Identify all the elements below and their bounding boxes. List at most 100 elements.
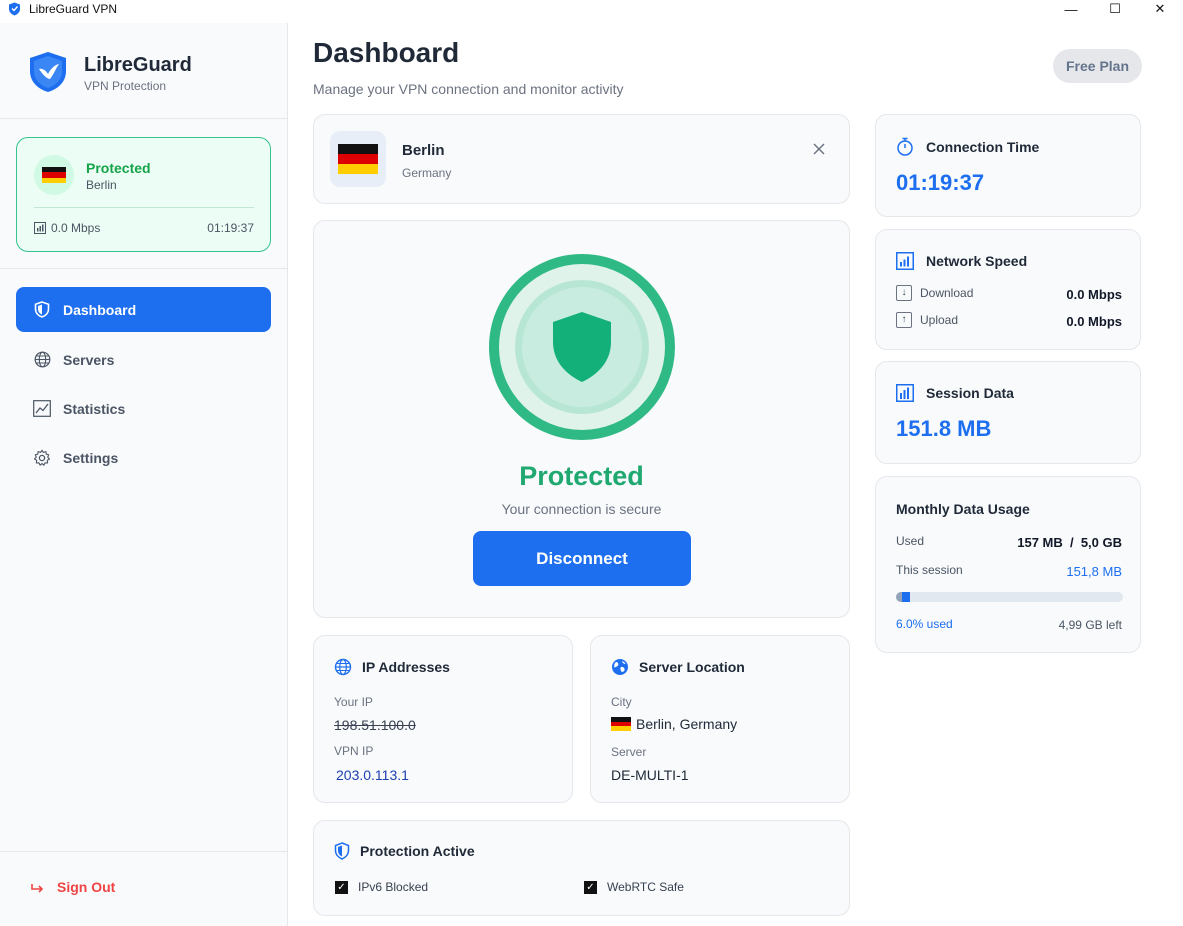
used-value: 157 MB / 5,0 GB [1017, 535, 1122, 550]
city-value: Berlin, Germany [636, 716, 738, 732]
protection-active-header: Protection Active [334, 842, 475, 860]
network-speed-header: Network Speed [896, 252, 1027, 270]
protection-active-title: Protection Active [360, 843, 475, 859]
sidebar-divider [0, 268, 287, 269]
status-time: 01:19:37 [207, 221, 254, 235]
sidebar-item-label: Dashboard [63, 301, 137, 318]
this-session-label: This session [896, 563, 963, 577]
globe-icon [33, 351, 51, 369]
sidebar-item-dashboard[interactable]: Dashboard [16, 287, 271, 332]
sidebar-item-servers[interactable]: Servers [16, 337, 271, 382]
title-bar: LibreGuard VPN — ☐ ✕ [0, 0, 1183, 18]
status-city: Berlin [86, 178, 117, 192]
close-icon[interactable] [811, 141, 827, 157]
ipv6-blocked-label: IPv6 Blocked [358, 880, 429, 894]
selected-location-card[interactable]: Berlin Germany [313, 114, 850, 204]
usage-left: 4,99 GB left [1058, 618, 1122, 632]
status-divider [34, 207, 254, 208]
upload-value: 0.0 Mbps [1066, 314, 1122, 329]
gear-icon [33, 449, 51, 467]
upload-label: Upload [920, 313, 959, 327]
monthly-usage-header: Monthly Data Usage [896, 501, 1030, 517]
connection-status-card: Protected Your connection is secure Disc… [313, 220, 850, 618]
used-label: Used [896, 534, 925, 548]
status-speed-value: 0.0 Mbps [51, 221, 101, 235]
session-data-value: 151.8 MB [896, 416, 992, 441]
city-row: Berlin, Germany [611, 716, 737, 732]
your-ip-label: Your IP [334, 695, 373, 709]
upload-row: ↑ Upload [896, 312, 958, 328]
server-label: Server [611, 745, 647, 759]
minimize-button[interactable]: — [1048, 0, 1094, 18]
usage-percent: 6.0% used [896, 617, 953, 631]
logo-shield-icon [30, 52, 66, 92]
download-label: Download [920, 286, 974, 300]
germany-flag-icon [611, 717, 631, 731]
network-speed-card: Network Speed ↓ Download 0.0 Mbps ↑ Uplo… [875, 229, 1141, 350]
webrtc-safe-label: WebRTC Safe [607, 880, 684, 894]
sign-out-icon [31, 884, 44, 893]
status-card[interactable]: Protected Berlin 0.0 Mbps 01:19:37 [16, 137, 271, 252]
ip-addresses-card: IP Addresses Your IP 198.51.100.0 VPN IP… [313, 635, 573, 803]
sign-out-button[interactable]: Sign Out [30, 879, 115, 895]
this-session-value: 151,8 MB [1066, 564, 1122, 579]
monthly-usage-title: Monthly Data Usage [896, 501, 1030, 517]
ip-card-header: IP Addresses [334, 658, 450, 676]
session-data-card: Session Data 151.8 MB [875, 361, 1141, 464]
location-flag-tile [330, 131, 386, 187]
chart-icon [33, 400, 51, 418]
vpn-ip-value: 203.0.113.1 [336, 767, 409, 783]
session-data-title: Session Data [926, 385, 1014, 401]
germany-flag-icon [338, 144, 378, 174]
protection-message: Your connection is secure [501, 501, 662, 517]
session-data-header: Session Data [896, 384, 1014, 402]
close-window-button[interactable]: ✕ [1137, 0, 1183, 18]
connection-time-header: Connection Time [896, 137, 1039, 156]
bar-chart-icon [896, 384, 914, 402]
speed-icon [34, 222, 46, 234]
server-card-header: Server Location [611, 658, 745, 676]
sidebar-item-label: Settings [63, 449, 119, 466]
server-location-card: Server Location City Berlin, Germany Ser… [590, 635, 850, 803]
plan-badge[interactable]: Free Plan [1053, 49, 1142, 83]
sidebar: LibreGuard VPN Protection Protected Berl… [0, 23, 288, 926]
ipv6-blocked-item: ✓ IPv6 Blocked [335, 880, 428, 894]
protection-status: Protected [519, 461, 644, 491]
network-speed-title: Network Speed [926, 253, 1028, 269]
check-icon: ✓ [584, 880, 597, 894]
globe-icon [334, 658, 352, 676]
sidebar-item-statistics[interactable]: Statistics [16, 386, 271, 431]
protected-shield-icon [489, 254, 675, 440]
window-title: LibreGuard VPN [29, 2, 118, 16]
page-title: Dashboard [313, 37, 460, 68]
sidebar-bottom-divider [0, 851, 287, 852]
your-ip-value: 198.51.100.0 [334, 717, 416, 733]
germany-flag-icon [42, 167, 66, 183]
app-shield-icon [9, 2, 20, 16]
earth-icon [612, 659, 628, 675]
brand-subtitle: VPN Protection [84, 79, 167, 93]
shield-icon [334, 842, 350, 860]
sidebar-item-settings[interactable]: Settings [16, 435, 271, 480]
sign-out-label: Sign Out [57, 879, 116, 895]
upload-arrow-icon: ↑ [896, 312, 912, 328]
disconnect-button[interactable]: Disconnect [473, 531, 691, 586]
webrtc-safe-item: ✓ WebRTC Safe [584, 880, 684, 894]
usage-progress-bar [896, 592, 1123, 602]
check-icon: ✓ [335, 880, 348, 894]
connection-time-card: Connection Time 01:19:37 [875, 114, 1141, 217]
sidebar-item-label: Servers [63, 351, 115, 368]
server-card-title: Server Location [639, 659, 745, 675]
connection-time-value: 01:19:37 [896, 170, 985, 195]
monthly-usage-card: Monthly Data Usage Used 157 MB / 5,0 GB … [875, 476, 1141, 653]
status-speed: 0.0 Mbps [34, 221, 100, 235]
brand: LibreGuard VPN Protection [0, 23, 287, 119]
sidebar-item-label: Statistics [63, 400, 126, 417]
status-flag-badge [34, 155, 74, 195]
vpn-ip-label: VPN IP [334, 744, 374, 758]
maximize-button[interactable]: ☐ [1092, 0, 1138, 18]
city-label: City [611, 695, 632, 709]
usage-session-fill [902, 592, 910, 602]
stopwatch-icon [897, 137, 913, 156]
download-row: ↓ Download [896, 285, 973, 301]
